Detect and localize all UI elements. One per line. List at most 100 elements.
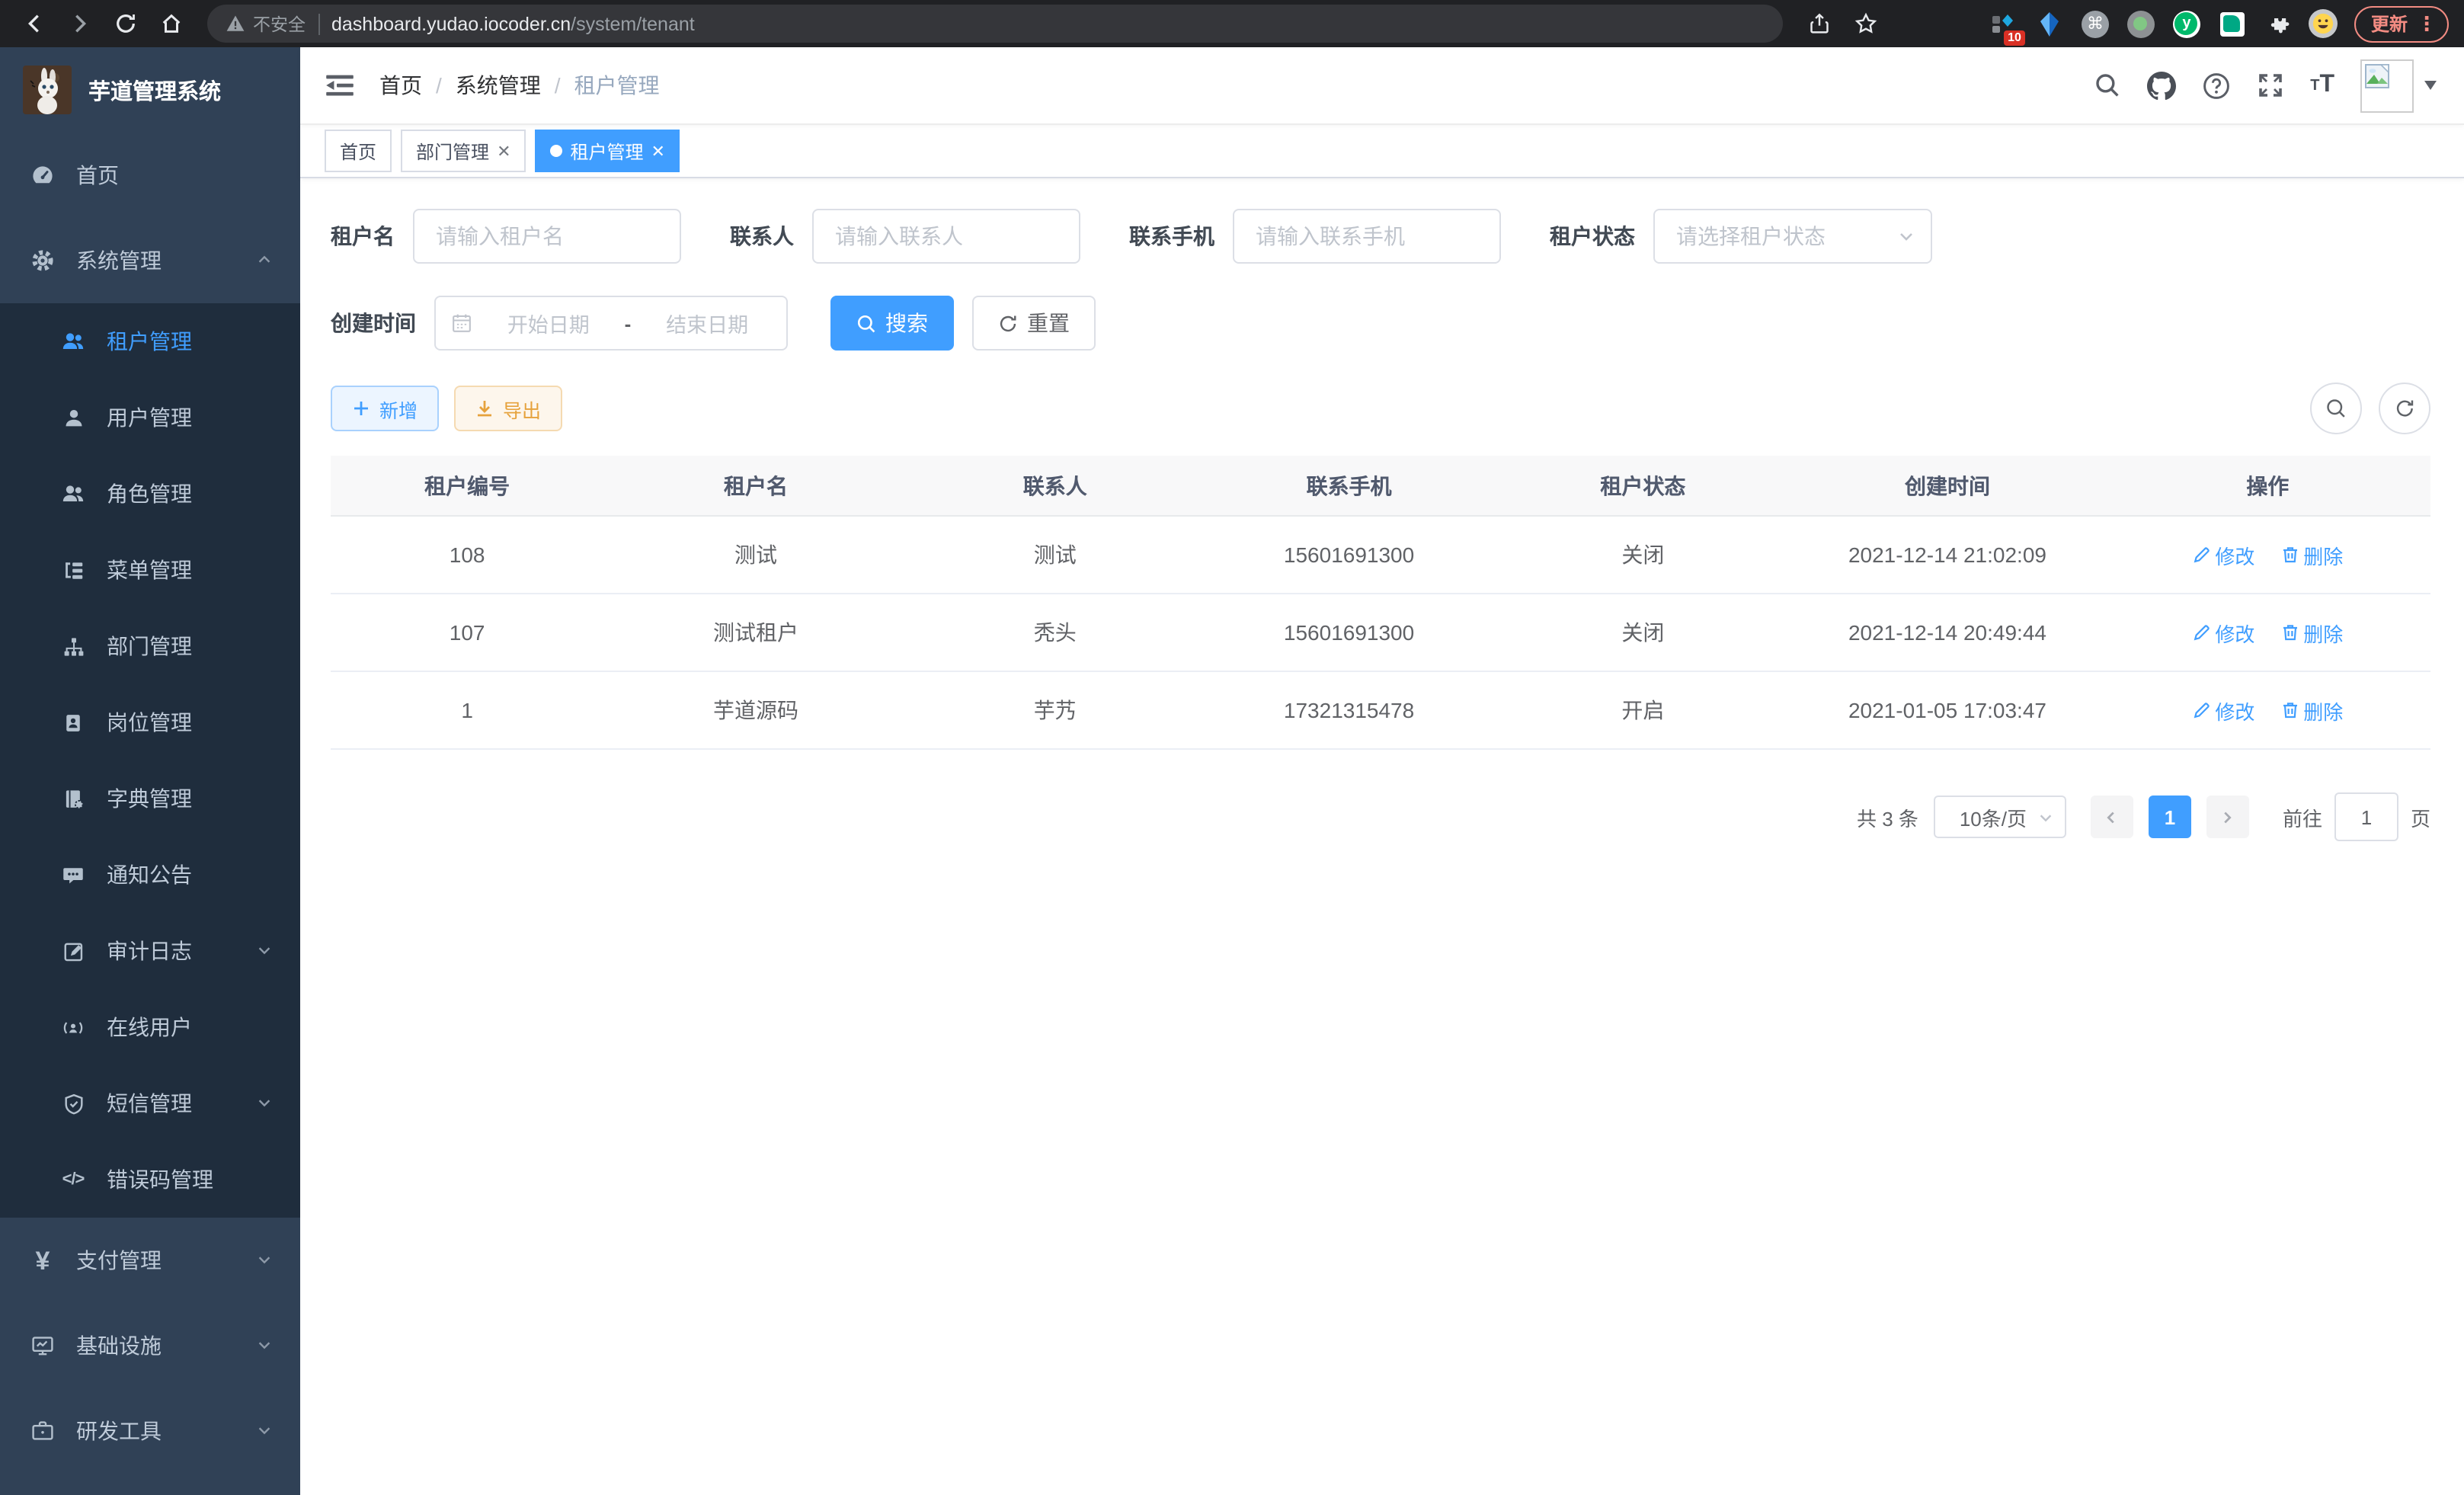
breadcrumb-home[interactable]: 首页 <box>379 70 422 101</box>
back-icon[interactable] <box>15 5 52 42</box>
roles-icon <box>61 482 85 506</box>
prev-page-button[interactable] <box>2091 796 2133 838</box>
home-icon[interactable] <box>152 5 189 42</box>
calendar-icon <box>451 312 472 334</box>
chevron-down-icon <box>256 1333 273 1358</box>
refresh-table-button[interactable] <box>2379 383 2430 434</box>
delete-link[interactable]: 删除 <box>2280 696 2343 725</box>
trash-icon <box>2280 546 2299 564</box>
devtools-briefcase-icon <box>30 1419 55 1443</box>
app-logo-row[interactable]: 芋道管理系统 <box>0 47 300 133</box>
url-text: dashboard.yudao.iocoder.cn/system/tenant <box>331 13 695 34</box>
extension-recorder-icon[interactable] <box>2126 8 2156 39</box>
sidebar-item-home[interactable]: 首页 <box>0 133 300 218</box>
sidebar-item-infra[interactable]: 基础设施 <box>0 1303 300 1388</box>
sidebar-item-tenant[interactable]: 租户管理 <box>0 303 300 379</box>
sidebar-item-online[interactable]: 在线用户 <box>0 989 300 1065</box>
sidebar-menu: 首页 系统管理 租户管理 用户管理 <box>0 133 300 1495</box>
reload-icon[interactable] <box>107 5 143 42</box>
page-unit-label: 页 <box>2411 802 2430 831</box>
menu-tree-icon <box>61 558 85 582</box>
dict-book-icon <box>61 786 85 811</box>
extension-saladict-icon[interactable]: 10 <box>1989 8 2019 39</box>
col-mobile: 联系手机 <box>1202 456 1496 516</box>
page-size-select[interactable]: 10条/页 <box>1934 796 2066 838</box>
add-button[interactable]: 新增 <box>331 386 439 431</box>
tab-tenant[interactable]: 租户管理 ✕ <box>536 130 680 172</box>
dashboard-icon <box>30 163 55 187</box>
sidebar-item-system[interactable]: 系统管理 <box>0 218 300 303</box>
sidebar-item-audit[interactable]: 审计日志 <box>0 913 300 989</box>
close-icon[interactable]: ✕ <box>497 141 510 161</box>
current-page[interactable]: 1 <box>2149 796 2191 838</box>
github-icon[interactable] <box>2147 71 2176 100</box>
edit-link[interactable]: 修改 <box>2192 696 2254 725</box>
sidebar-item-devtools[interactable]: 研发工具 <box>0 1388 300 1474</box>
help-icon[interactable] <box>2202 71 2231 100</box>
show-search-button[interactable] <box>2310 383 2362 434</box>
sidebar-item-dept[interactable]: 部门管理 <box>0 608 300 684</box>
sidebar-collapse-icon[interactable] <box>325 70 355 101</box>
sidebar-item-errcode[interactable]: </> 错误码管理 <box>0 1141 300 1218</box>
export-button[interactable]: 导出 <box>454 386 562 431</box>
extension-command-icon[interactable]: ⌘ <box>2080 8 2110 39</box>
search-button[interactable]: 搜索 <box>830 296 954 351</box>
page-size-value: 10条/页 <box>1949 802 2037 831</box>
sidebar-item-dict[interactable]: 字典管理 <box>0 760 300 837</box>
extension-yuque-icon[interactable]: y <box>2171 8 2202 39</box>
mobile-input[interactable] <box>1233 209 1501 264</box>
bookmark-star-icon[interactable] <box>1847 5 1883 42</box>
edit-link[interactable]: 修改 <box>2192 540 2254 569</box>
extensions-puzzle-icon[interactable] <box>2263 8 2293 39</box>
sidebar-item-post[interactable]: 岗位管理 <box>0 684 300 760</box>
tenant-name-label: 租户名 <box>331 221 395 251</box>
next-page-button[interactable] <box>2206 796 2249 838</box>
sidebar-item-sms[interactable]: 短信管理 <box>0 1065 300 1141</box>
browser-menu-icon[interactable]: ⋮ <box>2417 14 2437 34</box>
extension-docs-icon[interactable] <box>2217 8 2248 39</box>
fullscreen-icon[interactable] <box>2257 72 2284 99</box>
download-icon <box>475 399 494 418</box>
share-icon[interactable] <box>1801 5 1838 42</box>
edit-link[interactable]: 修改 <box>2192 618 2254 647</box>
tab-label: 租户管理 <box>571 138 644 164</box>
sidebar-item-label: 字典管理 <box>107 783 273 814</box>
status-select[interactable]: 请选择租户状态 <box>1653 209 1932 264</box>
sidebar-item-payment[interactable]: ¥ 支付管理 <box>0 1218 300 1303</box>
delete-link[interactable]: 删除 <box>2280 540 2343 569</box>
sidebar-item-label: 支付管理 <box>76 1245 256 1276</box>
sidebar-item-notice[interactable]: 通知公告 <box>0 837 300 913</box>
cell-mobile: 15601691300 <box>1202 516 1496 594</box>
tab-dept[interactable]: 部门管理 ✕ <box>401 130 526 172</box>
security-warning[interactable]: 不安全 <box>226 11 306 36</box>
chevron-right-icon <box>2219 808 2236 825</box>
extension-kite-icon[interactable] <box>2034 8 2065 39</box>
sidebar-item-menu[interactable]: 菜单管理 <box>0 532 300 608</box>
user-avatar-menu[interactable] <box>2360 59 2437 112</box>
close-icon[interactable]: ✕ <box>651 141 665 161</box>
tab-label: 部门管理 <box>416 138 489 164</box>
status-placeholder: 请选择租户状态 <box>1676 221 1897 251</box>
delete-link[interactable]: 删除 <box>2280 618 2343 647</box>
extension-emoji-icon[interactable] <box>2309 8 2339 39</box>
goto-label: 前往 <box>2283 802 2322 831</box>
reset-button[interactable]: 重置 <box>972 296 1096 351</box>
tenant-name-input[interactable] <box>413 209 681 264</box>
tab-home[interactable]: 首页 <box>325 130 392 172</box>
address-bar[interactable]: 不安全 dashboard.yudao.iocoder.cn/system/te… <box>207 5 1783 43</box>
sidebar-item-role[interactable]: 角色管理 <box>0 456 300 532</box>
font-size-icon[interactable]: TT <box>2310 72 2334 99</box>
breadcrumb: 首页 / 系统管理 / 租户管理 <box>379 70 660 101</box>
header-search-icon[interactable] <box>2094 72 2121 99</box>
chevron-left-icon <box>2104 808 2120 825</box>
trash-icon <box>2280 701 2299 719</box>
goto-page-input[interactable] <box>2334 792 2398 841</box>
forward-icon[interactable] <box>61 5 98 42</box>
create-time-range-picker[interactable]: 开始日期 - 结束日期 <box>434 296 788 351</box>
trash-icon <box>2280 623 2299 642</box>
browser-update-button[interactable]: 更新 ⋮ <box>2354 5 2449 42</box>
contact-input[interactable] <box>812 209 1080 264</box>
browser-toolbar: 不安全 dashboard.yudao.iocoder.cn/system/te… <box>0 0 2464 47</box>
sidebar-item-user[interactable]: 用户管理 <box>0 379 300 456</box>
breadcrumb-system[interactable]: 系统管理 <box>456 70 541 101</box>
